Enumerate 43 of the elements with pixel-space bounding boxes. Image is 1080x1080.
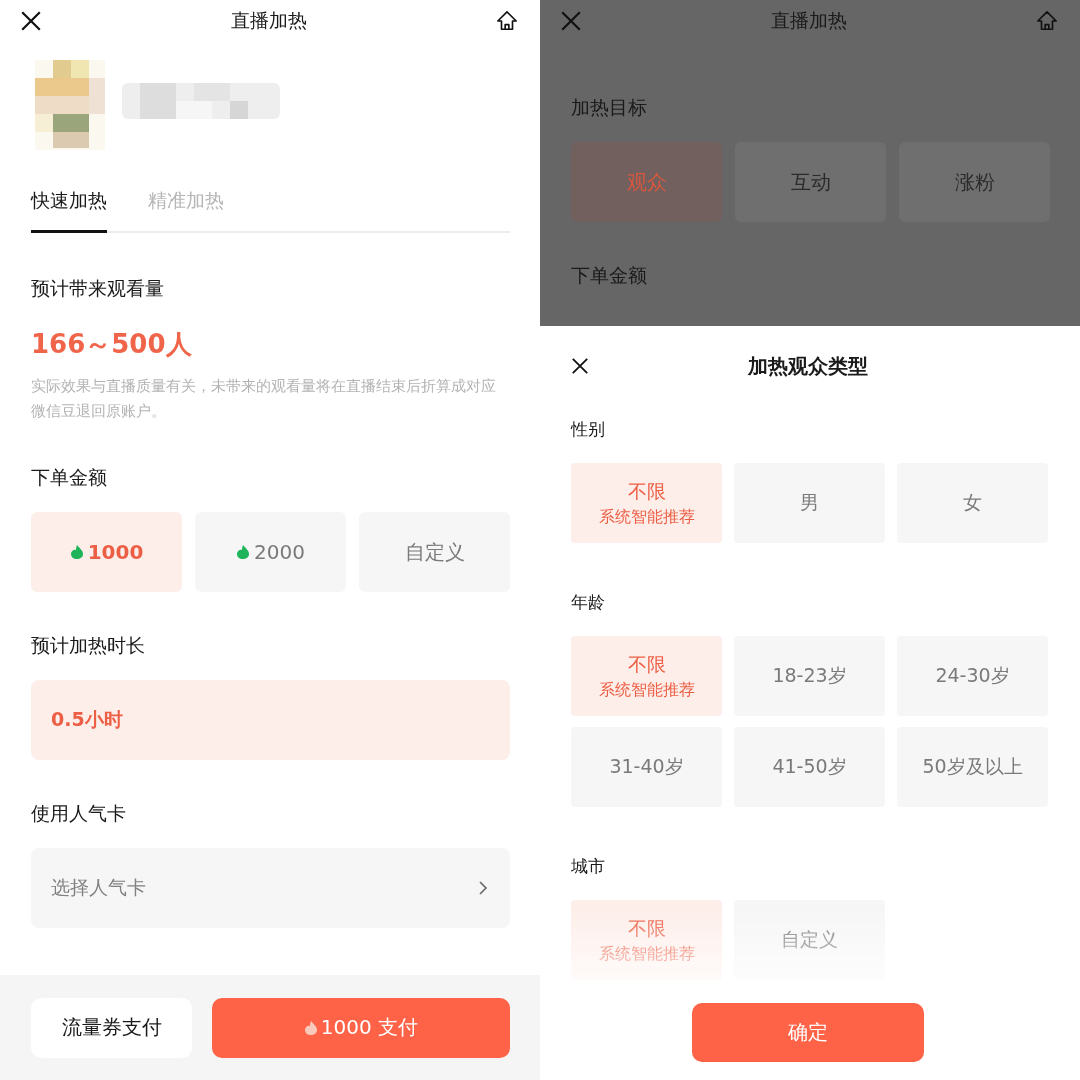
goal-option[interactable]: 互动 (735, 142, 886, 222)
duration-value: 0.5小时 (31, 680, 510, 760)
filter-option[interactable]: 24-30岁 (897, 636, 1048, 716)
bean-icon (303, 1019, 318, 1036)
filter-option[interactable]: 男 (734, 463, 885, 543)
tab[interactable]: 精准加热 (148, 188, 224, 233)
filter-option[interactable]: 18-23岁 (734, 636, 885, 716)
section-label: 预计带来观看量 (31, 276, 164, 301)
goal-option[interactable]: 涨粉 (899, 142, 1050, 222)
bean-icon (236, 544, 251, 560)
coupon-pay-button[interactable]: 流量券支付 (31, 997, 192, 1058)
filter-option[interactable]: 不限 系统智能推荐 (571, 636, 722, 716)
close-icon[interactable] (571, 357, 589, 375)
tab[interactable]: 快速加热 (31, 188, 107, 233)
estimate-value: 166～500人 (31, 328, 192, 361)
card-selector[interactable]: 选择人气卡 (31, 848, 510, 928)
amount-option[interactable]: 自定义 (359, 512, 510, 592)
filter-option[interactable]: 50岁及以上 (897, 727, 1048, 807)
section-label: 下单金额 (31, 465, 107, 490)
page-title: 直播加热 (231, 8, 307, 33)
page-title: 直播加热 (771, 8, 847, 33)
group-label: 性别 (571, 418, 605, 440)
pay-button[interactable]: 1000 支付 (212, 997, 510, 1058)
close-icon[interactable] (20, 10, 42, 32)
filter-option[interactable]: 31-40岁 (571, 727, 722, 807)
filter-option[interactable]: 女 (897, 463, 1048, 543)
group-label: 年龄 (571, 591, 605, 613)
sheet-title: 加热观众类型 (748, 352, 868, 380)
note-text: 实际效果与直播质量有关，未带来的观看量将在直播结束后折算成对应微信豆退回原账户。 (31, 376, 497, 422)
bean-icon (69, 544, 84, 560)
section-label: 预计加热时长 (31, 633, 145, 658)
section-label: 使用人气卡 (31, 801, 126, 826)
amount-option[interactable]: 2000 (195, 512, 346, 592)
filter-option[interactable]: 41-50岁 (734, 727, 885, 807)
section-label: 加热目标 (571, 95, 647, 120)
filter-option[interactable]: 不限 系统智能推荐 (571, 900, 722, 980)
group-label: 城市 (571, 855, 605, 877)
confirm-button[interactable]: 确定 (692, 1003, 924, 1062)
home-icon[interactable] (496, 10, 518, 32)
section-label: 下单金额 (571, 263, 647, 288)
filter-option[interactable]: 不限 系统智能推荐 (571, 463, 722, 543)
amount-option[interactable]: 1000 (31, 512, 182, 592)
chevron-icon (478, 880, 488, 896)
